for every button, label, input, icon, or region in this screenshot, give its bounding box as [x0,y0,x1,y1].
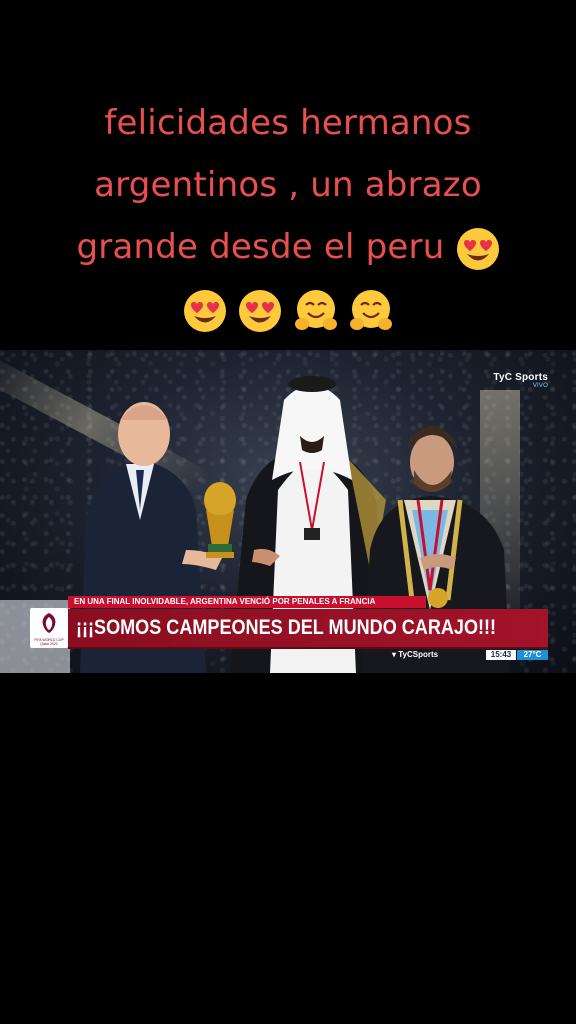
heart-eyes-icon [183,289,227,333]
caption-line-4 [0,278,576,340]
ticker-brand-text: TyCSports [398,650,439,659]
heart-eyes-icon [456,227,500,271]
headline-text: ¡¡¡SOMOS CAMPEONES DEL MUNDO CARAJO!!! [76,616,497,639]
world-cup-emblem-icon [42,613,56,633]
world-cup-trophy [204,482,236,558]
subheadline-strip: EN UNA FINAL INOLVIDABLE, ARGENTINA VENC… [68,596,426,608]
hugging-icon [349,289,393,333]
heart-eyes-icon [238,289,282,333]
world-cup-badge-text: FIFA WORLD CUP Qatar 2022 [34,638,64,646]
caption-line-2: argentinos , un abrazo [94,165,482,205]
live-label: VIVO [532,383,548,389]
ticker-brand: ▾ TyCSports [392,650,438,660]
world-cup-badge: FIFA WORLD CUP Qatar 2022 [30,608,68,648]
hugging-icon [294,289,338,333]
caption-overlay: felicidades hermanos argentinos , un abr… [0,92,576,340]
ticker-brand-icon: ▾ [392,650,397,659]
ticker-row: ▾ TyCSports 15:43 27°C [390,650,548,660]
caption-line-3: grande desde el peru [76,227,445,267]
broadcaster-logo-text: TyC Sports [493,372,548,383]
broadcaster-logo: TyC Sports VIVO [493,372,548,389]
clock-badge: 15:43 [486,650,516,660]
headline-bar: ¡¡¡SOMOS CAMPEONES DEL MUNDO CARAJO!!! [68,609,548,649]
temperature-badge: 27°C [517,650,548,660]
caption-line-3-wrap: grande desde el peru [0,216,576,278]
caption-line-1: felicidades hermanos [104,103,472,143]
news-lower-third: EN UNA FINAL INOLVIDABLE, ARGENTINA VENC… [0,594,576,664]
